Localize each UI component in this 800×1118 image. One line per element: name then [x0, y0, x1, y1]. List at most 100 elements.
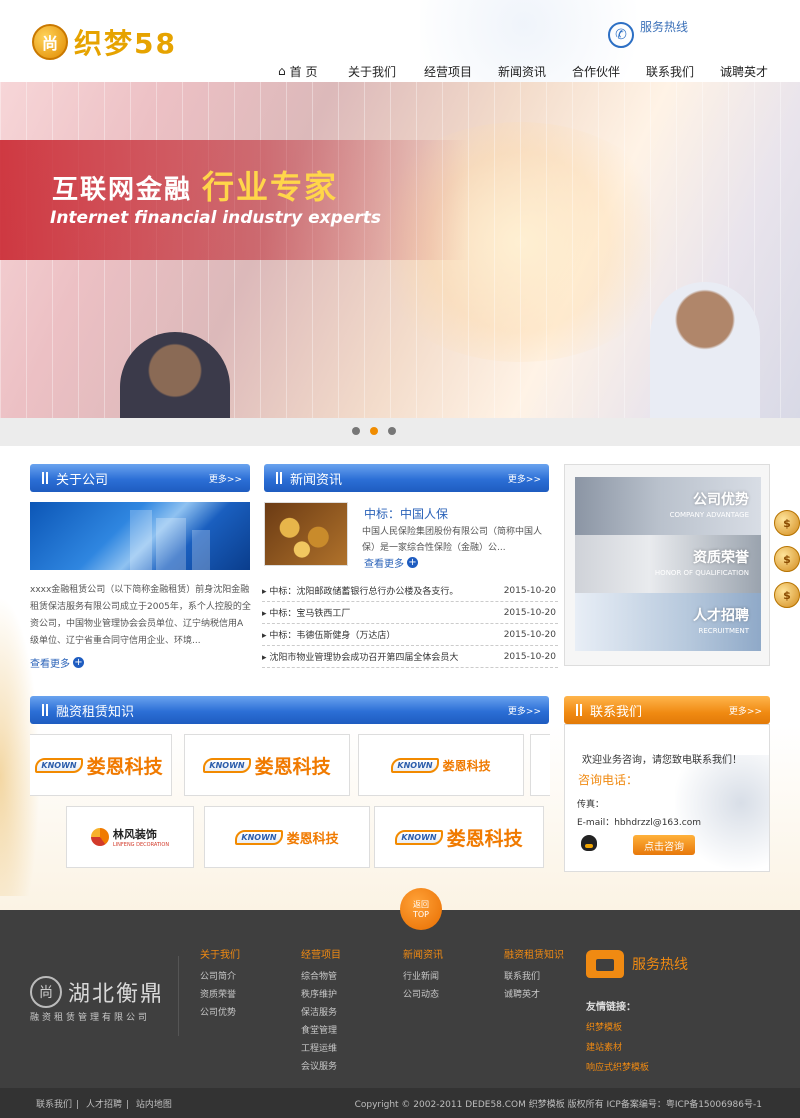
news-item-date: 2015-10-20	[503, 651, 556, 662]
site-logo[interactable]: 尚 织梦58	[32, 22, 177, 62]
news-list-item[interactable]: ▸ 沈阳市物业管理协会成功召开第四届全体会员大 2015-10-20	[262, 646, 558, 668]
news-panel-title: 新闻资讯	[290, 472, 343, 488]
news-list-item[interactable]: ▸ 中标：宝马铁西工厂 2015-10-20	[262, 602, 558, 624]
partner-logo[interactable]: KNOWN 娄恩科技	[184, 734, 350, 796]
partner-logo[interactable]: 林风装饰 LINFENG DECORATION	[66, 806, 194, 868]
news-coins-image[interactable]	[264, 502, 348, 566]
partner-name: 娄恩科技	[286, 831, 339, 847]
partner-logo-partial[interactable]	[530, 734, 550, 796]
footer-link[interactable]: 资质荣誉	[200, 987, 240, 1005]
nav-about[interactable]: 关于我们	[348, 62, 424, 80]
footer-link[interactable]: 公司优势	[200, 1005, 240, 1023]
footer-link[interactable]: 保洁服务	[301, 1005, 341, 1023]
logo-badge-icon: 尚	[32, 24, 68, 60]
known-logo-icon: KNOWN	[235, 829, 283, 845]
contact-card: 欢迎业务咨询，请您致电联系我们！ 咨询电话： 传真： E-mail：hbhdrz…	[564, 724, 770, 872]
partner-name: 娄恩科技	[442, 758, 491, 773]
footer-link[interactable]: 会议服务	[301, 1059, 341, 1077]
footer-link[interactable]: 行业新闻	[403, 969, 443, 987]
partner-name: 林风装饰	[112, 828, 157, 841]
nav-partners[interactable]: 合作伙伴	[572, 62, 646, 80]
email-line[interactable]: E-mail：hbhdrzzl@163.com	[577, 815, 701, 828]
footer-column-business: 经营项目 综合物管 秩序维护 保洁服务 食堂管理 工程运维 会议服务	[301, 946, 341, 1077]
footer-service-label: 服务热线	[632, 957, 688, 973]
partner-logo[interactable]: KNOWN 娄恩科技	[204, 806, 370, 868]
footer-logo: 尚 湖北衡鼎	[30, 976, 164, 1008]
nav-careers[interactable]: 诚聘英才	[720, 62, 780, 80]
footer-link[interactable]: 综合物管	[301, 969, 341, 987]
news-list-item[interactable]: ▸ 中标：沈阳邮政储蓄银行总行办公楼及各支行。 2015-10-20	[262, 580, 558, 602]
fax-label: 传真：	[577, 800, 605, 810]
bottom-link-contact[interactable]: 联系我们	[36, 1100, 72, 1110]
footer-link[interactable]: 工程运维	[301, 1041, 341, 1059]
nav-home[interactable]: ⌂ 首 页	[278, 62, 338, 80]
bottom-link-sitemap[interactable]: 站内地图	[136, 1100, 172, 1110]
footer-column-heading[interactable]: 关于我们	[200, 946, 240, 961]
footer-column-news: 新闻资讯 行业新闻 公司动态	[403, 946, 443, 1005]
plus-circle-icon: +	[73, 657, 84, 668]
footer-link[interactable]: 公司简介	[200, 969, 240, 987]
news-list-item[interactable]: ▸ 中标：韦德伍斯健身（万达店） 2015-10-20	[262, 624, 558, 646]
banner-subtitle: Internet financial industry experts	[50, 208, 381, 228]
footer-link[interactable]: 公司动态	[403, 987, 443, 1005]
footer-column-heading[interactable]: 融资租赁知识	[504, 946, 564, 961]
service-hotline: ✆ 服务热线	[608, 18, 688, 48]
partner-logo[interactable]: KNOWN 娄恩科技	[30, 734, 172, 796]
footer-link[interactable]: 联系我们	[504, 969, 564, 987]
recruitment-link[interactable]: 人才招聘 RECRUITMENT	[575, 593, 761, 651]
footer-company-name: 湖北衡鼎	[68, 982, 165, 1007]
hero-banner[interactable]: 互联网金融 行业专家 Internet financial industry ex…	[0, 82, 800, 418]
partner-logo[interactable]: KNOWN 娄恩科技	[374, 806, 544, 868]
company-advantage-link[interactable]: 公司优势 COMPANY ADVANTAGE	[575, 477, 761, 535]
nav-contact[interactable]: 联系我们	[646, 62, 720, 80]
about-view-more-link[interactable]: 查看更多 +	[30, 655, 84, 670]
footer-link[interactable]: 秩序维护	[301, 987, 341, 1005]
partners-carousel: KNOWN 娄恩科技 KNOWN 娄恩科技 KNOWN 娄恩科技 林风装饰 LI…	[30, 732, 550, 872]
bottom-link-careers[interactable]: 人才招聘	[86, 1100, 122, 1110]
consult-button[interactable]: 点击咨询	[633, 835, 695, 855]
footer-column-heading[interactable]: 经营项目	[301, 946, 341, 961]
partner-logo[interactable]: KNOWN 娄恩科技	[358, 734, 524, 796]
contact-more-link[interactable]: 更多>>	[729, 704, 762, 717]
about-building-image	[30, 502, 250, 570]
footer-column-heading[interactable]: 新闻资讯	[403, 946, 443, 961]
news-feature-title[interactable]: 中标：中国人保	[364, 505, 448, 522]
building-shape	[156, 518, 186, 570]
slider-dot-1[interactable]	[352, 427, 360, 435]
news-feature-description: 中国人民保险集团股份有限公司（简称中国人保）是一家综合性保险（金融）公...	[362, 527, 543, 553]
contact-panel-header: 联系我们 更多>>	[564, 696, 770, 724]
phone-icon: ✆	[608, 22, 634, 48]
footer-link[interactable]: 食堂管理	[301, 1023, 341, 1041]
knowledge-panel-header: 融资租赁知识 更多>>	[30, 696, 549, 724]
about-more-link[interactable]: 更多>>	[209, 472, 242, 485]
known-logo-icon: KNOWN	[35, 757, 83, 773]
nav-business[interactable]: 经营项目	[424, 62, 498, 80]
slider-dot-2[interactable]	[370, 427, 378, 435]
footer-logo-badge-icon: 尚	[30, 976, 62, 1008]
partner-name: 娄恩科技	[86, 755, 163, 778]
coin-icon: $	[774, 510, 800, 536]
back-to-top-button[interactable]: 返回 TOP	[400, 888, 442, 930]
footer-slogan: 融资租赁管理有限公司	[30, 1013, 151, 1023]
contact-panel-title: 联系我们	[590, 704, 643, 720]
news-view-more-link[interactable]: 查看更多 +	[364, 555, 418, 570]
main-nav: ⌂ 首 页 关于我们 经营项目 新闻资讯 合作伙伴 联系我们 诚聘英才	[272, 62, 780, 80]
news-item-date: 2015-10-20	[503, 607, 556, 618]
pause-bars-icon	[42, 704, 48, 716]
nav-news[interactable]: 新闻资讯	[498, 62, 572, 80]
partner-name: 娄恩科技	[254, 755, 331, 778]
friend-link[interactable]: 建站素材	[586, 1040, 622, 1053]
friend-link[interactable]: 织梦模板	[586, 1020, 622, 1033]
pause-bars-icon	[276, 472, 282, 484]
news-item-title: ▸ 沈阳市物业管理协会成功召开第四届全体会员大	[262, 653, 459, 663]
banner-title-highlight: 行业专家	[202, 168, 339, 206]
pause-bars-icon	[42, 472, 48, 484]
knowledge-more-link[interactable]: 更多>>	[508, 704, 541, 717]
news-more-link[interactable]: 更多>>	[508, 472, 541, 485]
qq-penguin-icon[interactable]	[581, 835, 597, 851]
friend-link[interactable]: 响应式织梦模板	[586, 1060, 649, 1073]
slider-dot-3[interactable]	[388, 427, 396, 435]
footer-link[interactable]: 诚聘英才	[504, 987, 564, 1005]
honor-qualification-link[interactable]: 资质荣誉 HONOR OF QUALIFICATION	[575, 535, 761, 593]
view-more-label: 查看更多	[30, 659, 70, 670]
